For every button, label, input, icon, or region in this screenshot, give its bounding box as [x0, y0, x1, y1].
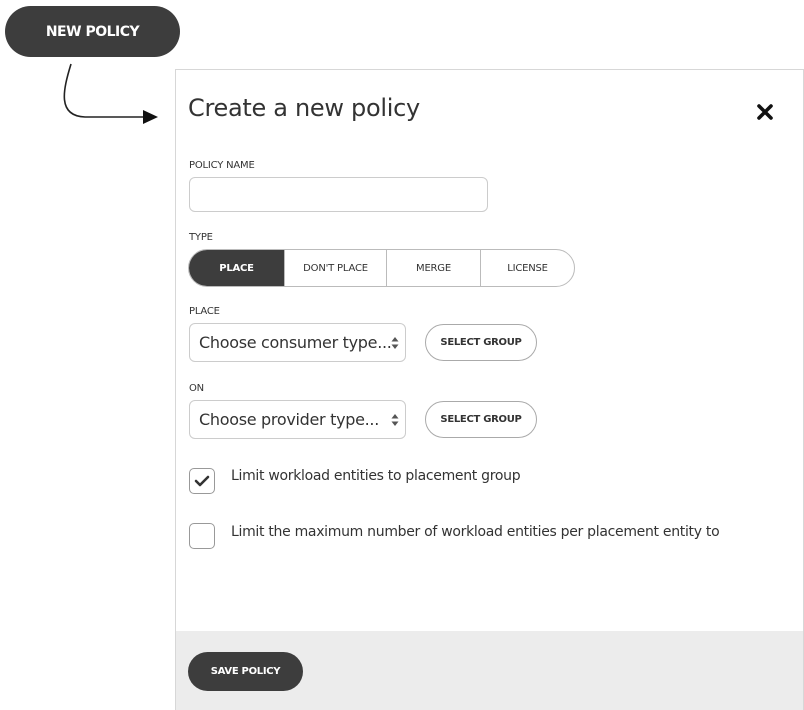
type-option-merge[interactable]: MERGE	[386, 250, 480, 286]
new-policy-button-label: NEW POLICY	[45, 23, 140, 40]
dialog-footer: SAVE POLICY	[176, 631, 803, 710]
stepper-icon	[391, 414, 399, 426]
save-policy-button[interactable]: SAVE POLICY	[188, 652, 303, 691]
place-select-group-button[interactable]: SELECT GROUP	[425, 324, 537, 361]
create-policy-dialog: Create a new policy POLICY NAME TYPE PLA…	[175, 69, 804, 710]
consumer-type-select[interactable]: Choose consumer type...	[189, 323, 406, 362]
limit-to-group-label: Limit workload entities to placement gro…	[231, 468, 521, 484]
policy-name-input[interactable]	[189, 177, 488, 212]
type-segmented-control: PLACE DON'T PLACE MERGE LICENSE	[188, 249, 575, 287]
on-label: ON	[189, 383, 204, 394]
place-label: PLACE	[189, 306, 220, 317]
curved-arrow-icon	[63, 63, 158, 124]
limit-max-entities-checkbox[interactable]	[189, 523, 215, 549]
policy-name-label: POLICY NAME	[189, 160, 255, 171]
checkmark-icon	[194, 475, 210, 487]
type-option-license[interactable]: LICENSE	[480, 250, 574, 286]
consumer-type-select-value: Choose consumer type...	[199, 333, 392, 352]
provider-type-select[interactable]: Choose provider type...	[189, 400, 406, 439]
provider-type-select-value: Choose provider type...	[199, 410, 380, 429]
stepper-icon	[391, 337, 399, 349]
close-icon[interactable]	[756, 103, 774, 121]
limit-to-group-checkbox[interactable]	[189, 468, 215, 494]
dialog-title: Create a new policy	[188, 94, 420, 122]
type-option-dont-place[interactable]: DON'T PLACE	[284, 250, 386, 286]
on-select-group-button[interactable]: SELECT GROUP	[425, 401, 537, 438]
type-option-place[interactable]: PLACE	[189, 250, 284, 286]
type-label: TYPE	[189, 232, 213, 243]
limit-max-entities-label: Limit the maximum number of workload ent…	[231, 524, 720, 540]
new-policy-button[interactable]: NEW POLICY	[5, 6, 180, 57]
